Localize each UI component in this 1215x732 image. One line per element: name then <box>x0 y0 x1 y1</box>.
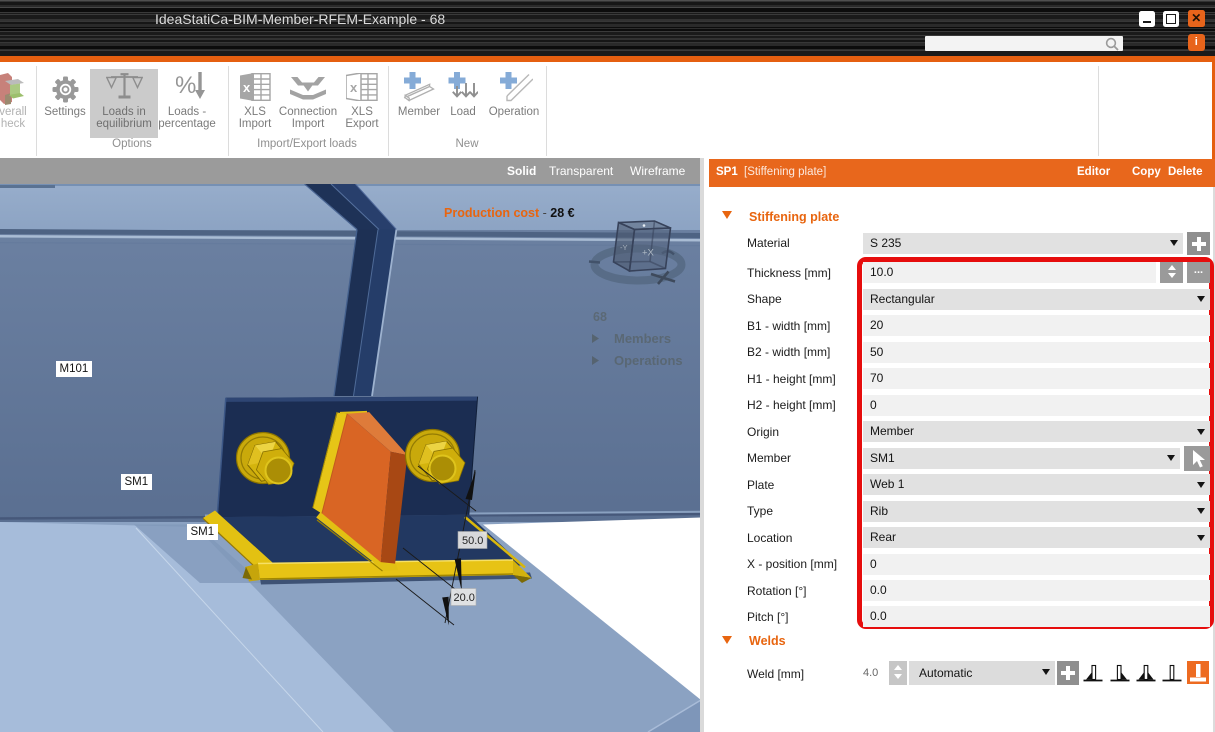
svg-text:Members: Members <box>614 331 671 346</box>
svg-text:68: 68 <box>593 310 607 324</box>
svg-text:+X: +X <box>642 248 655 259</box>
svg-text:%: % <box>176 72 196 99</box>
svg-text:50.0: 50.0 <box>462 535 483 547</box>
svg-text:-Y: -Y <box>620 243 628 252</box>
svg-text:x: x <box>350 80 358 95</box>
svg-text:Operations: Operations <box>614 353 683 368</box>
svg-text:20.0: 20.0 <box>454 592 475 604</box>
svg-text:x: x <box>243 80 251 95</box>
